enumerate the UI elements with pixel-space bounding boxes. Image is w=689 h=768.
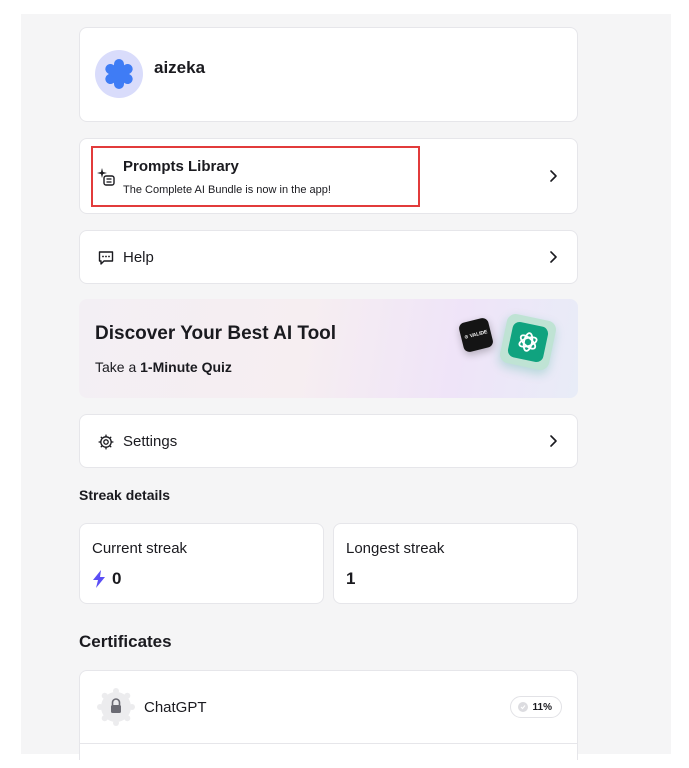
chatgpt-logo-icon: [498, 312, 558, 372]
progress-badge: 11%: [509, 696, 562, 718]
certificate-badge: [97, 688, 135, 726]
help-label: Help: [123, 249, 154, 266]
quiz-title: Discover Your Best AI Tool: [95, 323, 337, 344]
certificate-item[interactable]: ChatGPT 11%: [79, 670, 578, 760]
chevron-right-icon: [550, 435, 557, 447]
chevron-right-icon: [550, 251, 557, 263]
quiz-banner[interactable]: Discover Your Best AI Tool Take a 1-Minu…: [79, 299, 578, 398]
lightning-icon: [93, 570, 105, 588]
divider: [80, 743, 577, 744]
gear-icon: [96, 432, 116, 452]
settings-item[interactable]: Settings: [79, 414, 578, 468]
highlight-box: [91, 146, 420, 207]
current-streak-card: Current streak 0: [79, 523, 324, 604]
chat-bubble-icon: [96, 248, 116, 268]
prompts-library-subtitle: The Complete AI Bundle is now in the app…: [123, 184, 331, 196]
profile-card[interactable]: aizeka: [79, 27, 578, 122]
certificate-name: ChatGPT: [144, 699, 207, 716]
current-streak-value: 0: [112, 569, 122, 588]
help-item[interactable]: Help: [79, 230, 578, 284]
prompts-library-title: Prompts Library: [123, 158, 239, 175]
app-tile-icon: ⊙ VALIDE: [457, 316, 495, 354]
sparkle-list-icon: [97, 168, 115, 186]
settings-label: Settings: [123, 433, 178, 450]
longest-streak-label: Longest streak: [346, 540, 445, 557]
progress-value: 11%: [532, 701, 552, 713]
check-icon: [517, 702, 528, 712]
chevron-right-icon: [550, 170, 557, 182]
quiz-subtitle: Take a 1-Minute Quiz: [95, 359, 232, 375]
username: aizeka: [154, 58, 206, 77]
longest-streak-value: 1: [346, 569, 356, 588]
asterisk-icon: [105, 59, 133, 89]
certificates-heading: Certificates: [79, 632, 172, 651]
prompts-library-item[interactable]: Prompts Library The Complete AI Bundle i…: [79, 138, 578, 214]
current-streak-label: Current streak: [92, 540, 188, 557]
streak-details-heading: Streak details: [79, 487, 171, 503]
avatar[interactable]: [95, 50, 143, 98]
longest-streak-card: Longest streak 1: [333, 523, 578, 604]
